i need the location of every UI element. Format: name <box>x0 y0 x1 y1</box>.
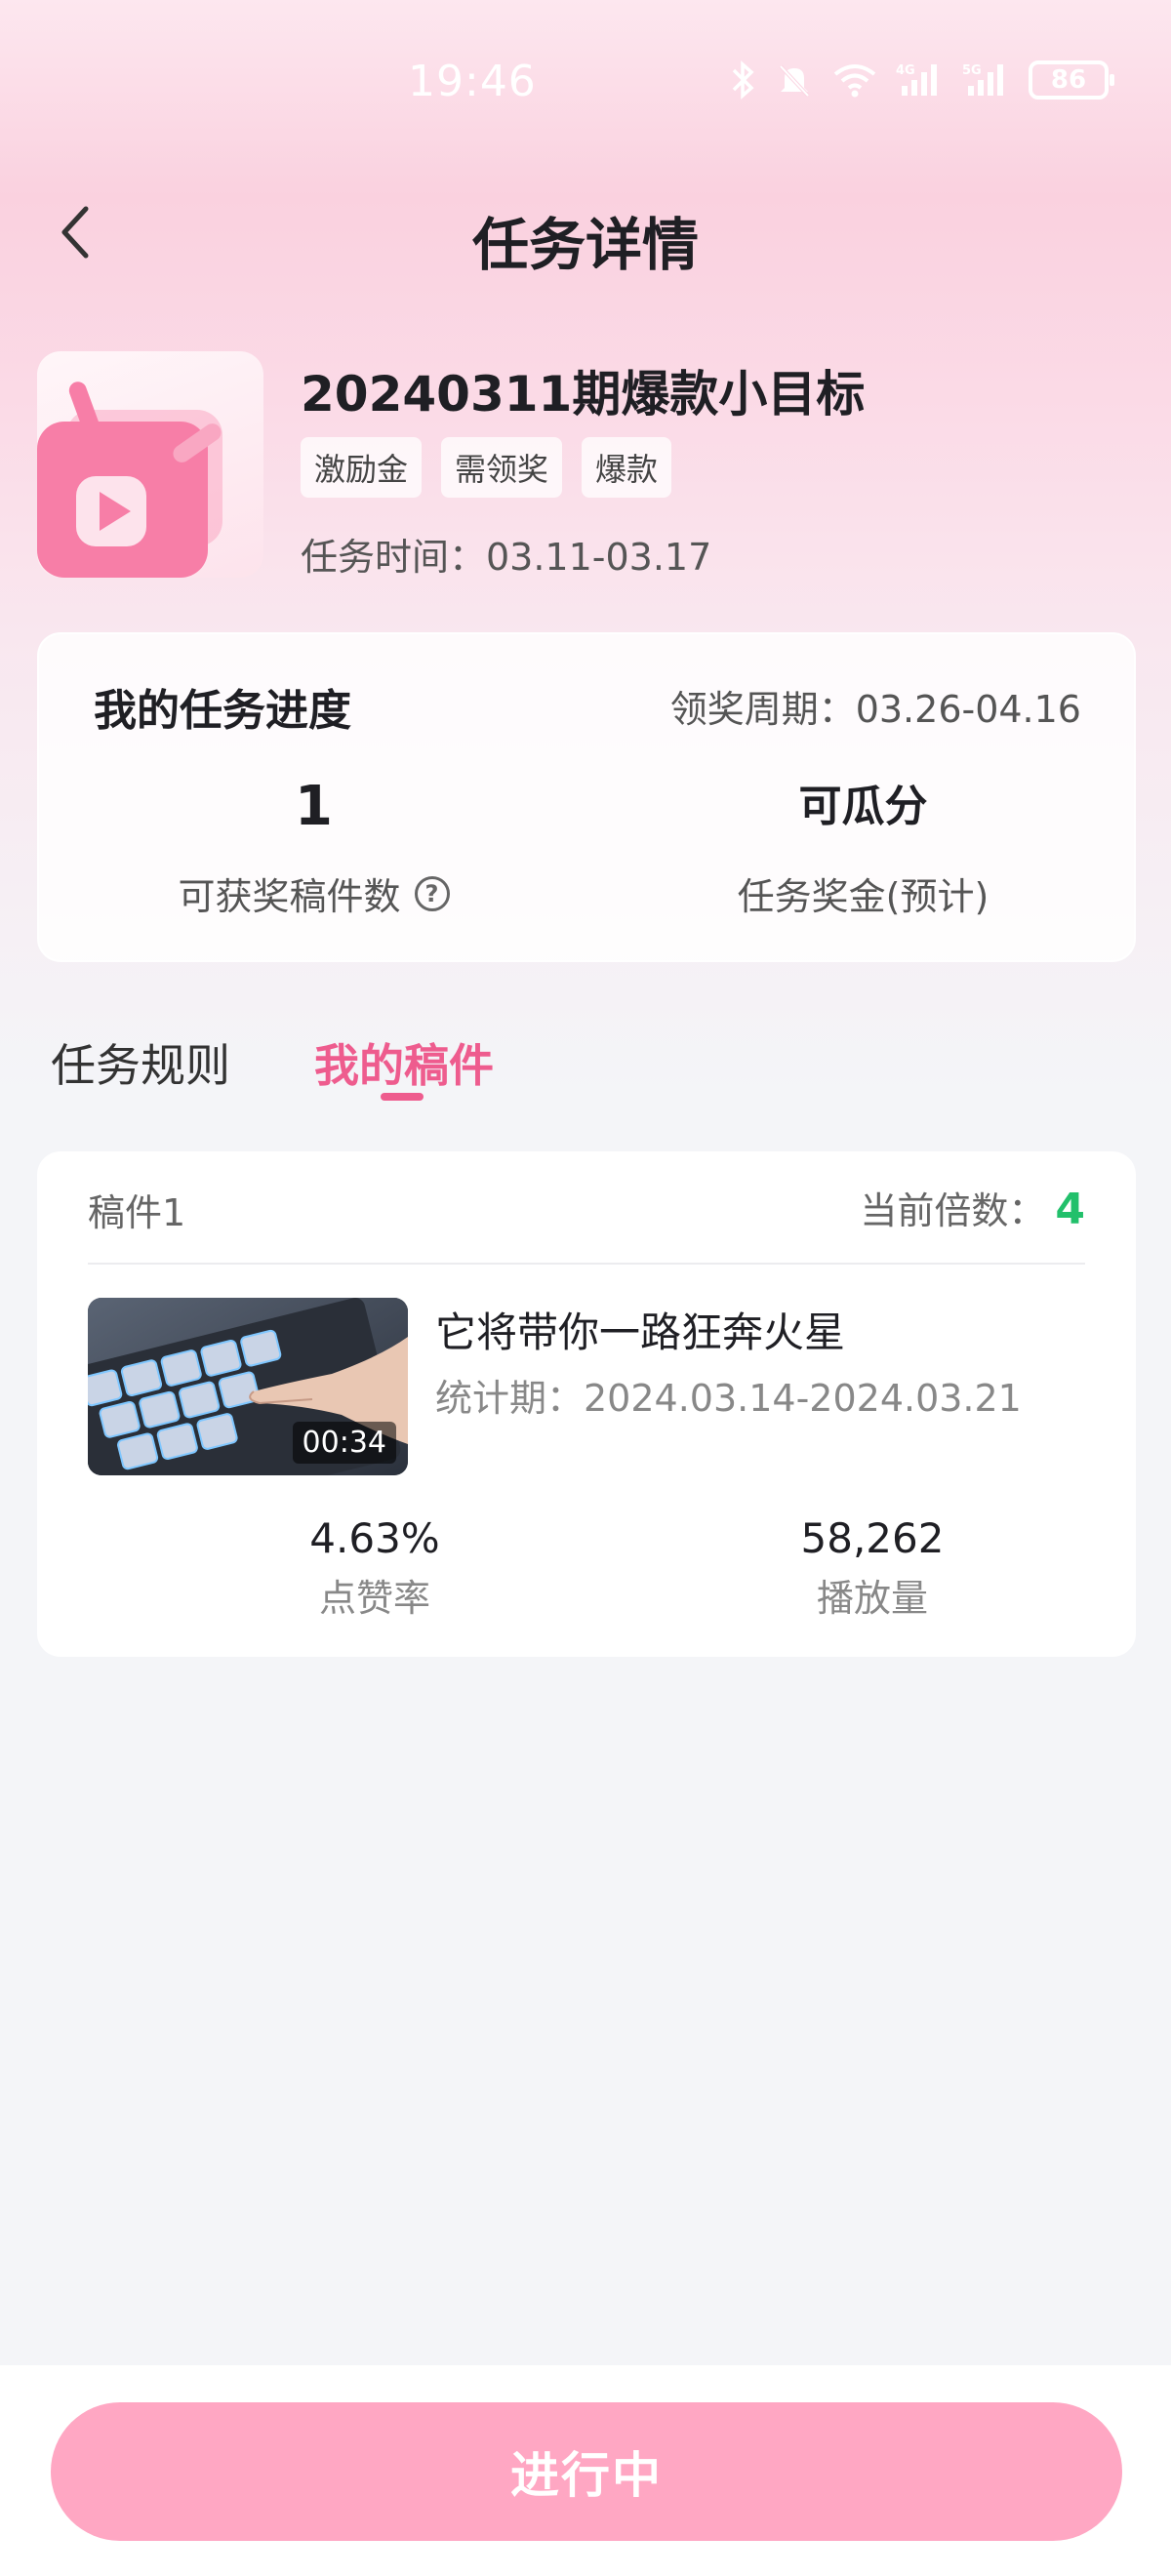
video-duration: 00:34 <box>292 1422 396 1464</box>
battery-level: 86 <box>1050 65 1087 95</box>
video-title[interactable]: 它将带你一路狂奔火星 <box>435 1300 845 1359</box>
tag-claim-required: 需领奖 <box>441 437 563 498</box>
multiplier: 当前倍数： 4 <box>860 1181 1085 1234</box>
tag-hot: 爆款 <box>582 437 672 498</box>
plays-label: 播放量 <box>816 1577 928 1620</box>
multiplier-label: 当前倍数： <box>860 1189 1046 1232</box>
like-rate-label: 点赞率 <box>318 1577 430 1620</box>
tab-my-submissions[interactable]: 我的稿件 <box>314 1030 494 1095</box>
progress-card: 我的任务进度 领奖周期：03.26-04.16 1 可获奖稿件数 ? 可瓜分 任… <box>37 632 1136 962</box>
divider <box>88 1263 1085 1265</box>
awardable-count-label-row: 可获奖稿件数 ? <box>39 866 588 920</box>
task-time: 任务时间：03.11-03.17 <box>301 536 712 579</box>
tag-incentive: 激励金 <box>301 437 423 498</box>
bonus-stat: 可瓜分 任务奖金(预计) <box>588 771 1138 920</box>
battery-icon: 86 <box>1029 60 1114 100</box>
task-header: 20240311期爆款小目标 激励金 需领奖 爆款 任务时间：03.11-03.… <box>37 351 1134 582</box>
page-title: 任务详情 <box>471 212 699 278</box>
svg-text:5G: 5G <box>962 63 982 78</box>
plays-value: 58,262 <box>800 1514 945 1562</box>
bonus-label: 任务奖金(预计) <box>588 866 1138 920</box>
wifi-icon <box>831 60 878 100</box>
in-progress-button[interactable]: 进行中 <box>51 2402 1122 2541</box>
task-tags: 激励金 需领奖 爆款 <box>301 437 672 498</box>
signal-4g-icon: 4G <box>896 60 945 100</box>
signal-5g-icon: 5G <box>962 60 1011 100</box>
task-logo <box>37 351 263 578</box>
awardable-count-label: 可获奖稿件数 <box>178 875 401 918</box>
task-name: 20240311期爆款小目标 <box>301 366 866 423</box>
bonus-label-text: 任务奖金(预计) <box>737 875 989 918</box>
stat-period: 统计期：2024.03.14-2024.03.21 <box>435 1377 1022 1420</box>
status-bar: 19:46 4G 5G 86 <box>0 0 1171 176</box>
tab-bar: 任务规则 我的稿件 <box>0 1025 1171 1103</box>
plays-metric: 58,262 播放量 <box>677 1514 1068 1622</box>
video-thumbnail[interactable]: 00:34 <box>88 1298 408 1475</box>
like-rate-value: 4.63% <box>309 1514 440 1562</box>
submission-label: 稿件1 <box>88 1191 186 1234</box>
submission-card[interactable]: 稿件1 当前倍数： 4 00:34 它将带你一路狂奔火星 统计期：2024.03… <box>37 1151 1136 1657</box>
active-tab-indicator <box>381 1093 424 1101</box>
mute-icon <box>775 60 814 100</box>
bluetooth-icon <box>730 60 757 100</box>
claim-period: 领奖周期：03.26-04.16 <box>669 688 1081 731</box>
svg-text:4G: 4G <box>896 63 915 78</box>
multiplier-value: 4 <box>1055 1185 1085 1234</box>
status-icons: 4G 5G 86 <box>730 60 1114 100</box>
like-rate-metric: 4.63% 点赞率 <box>180 1514 570 1622</box>
bonus-value: 可瓜分 <box>798 782 928 831</box>
status-time: 19:46 <box>408 57 537 106</box>
progress-title: 我的任务进度 <box>94 686 351 736</box>
awardable-count-value: 1 <box>295 775 333 838</box>
help-icon[interactable]: ? <box>414 875 450 911</box>
bottom-bar: 进行中 <box>0 2365 1171 2576</box>
tab-task-rules[interactable]: 任务规则 <box>51 1030 230 1095</box>
task-detail-page: 19:46 4G 5G 86 任务详情 20240311期爆款小目标 激励金 需… <box>0 0 1171 2576</box>
awardable-count-stat: 1 可获奖稿件数 ? <box>39 771 588 920</box>
nav-bar: 任务详情 <box>0 185 1171 283</box>
